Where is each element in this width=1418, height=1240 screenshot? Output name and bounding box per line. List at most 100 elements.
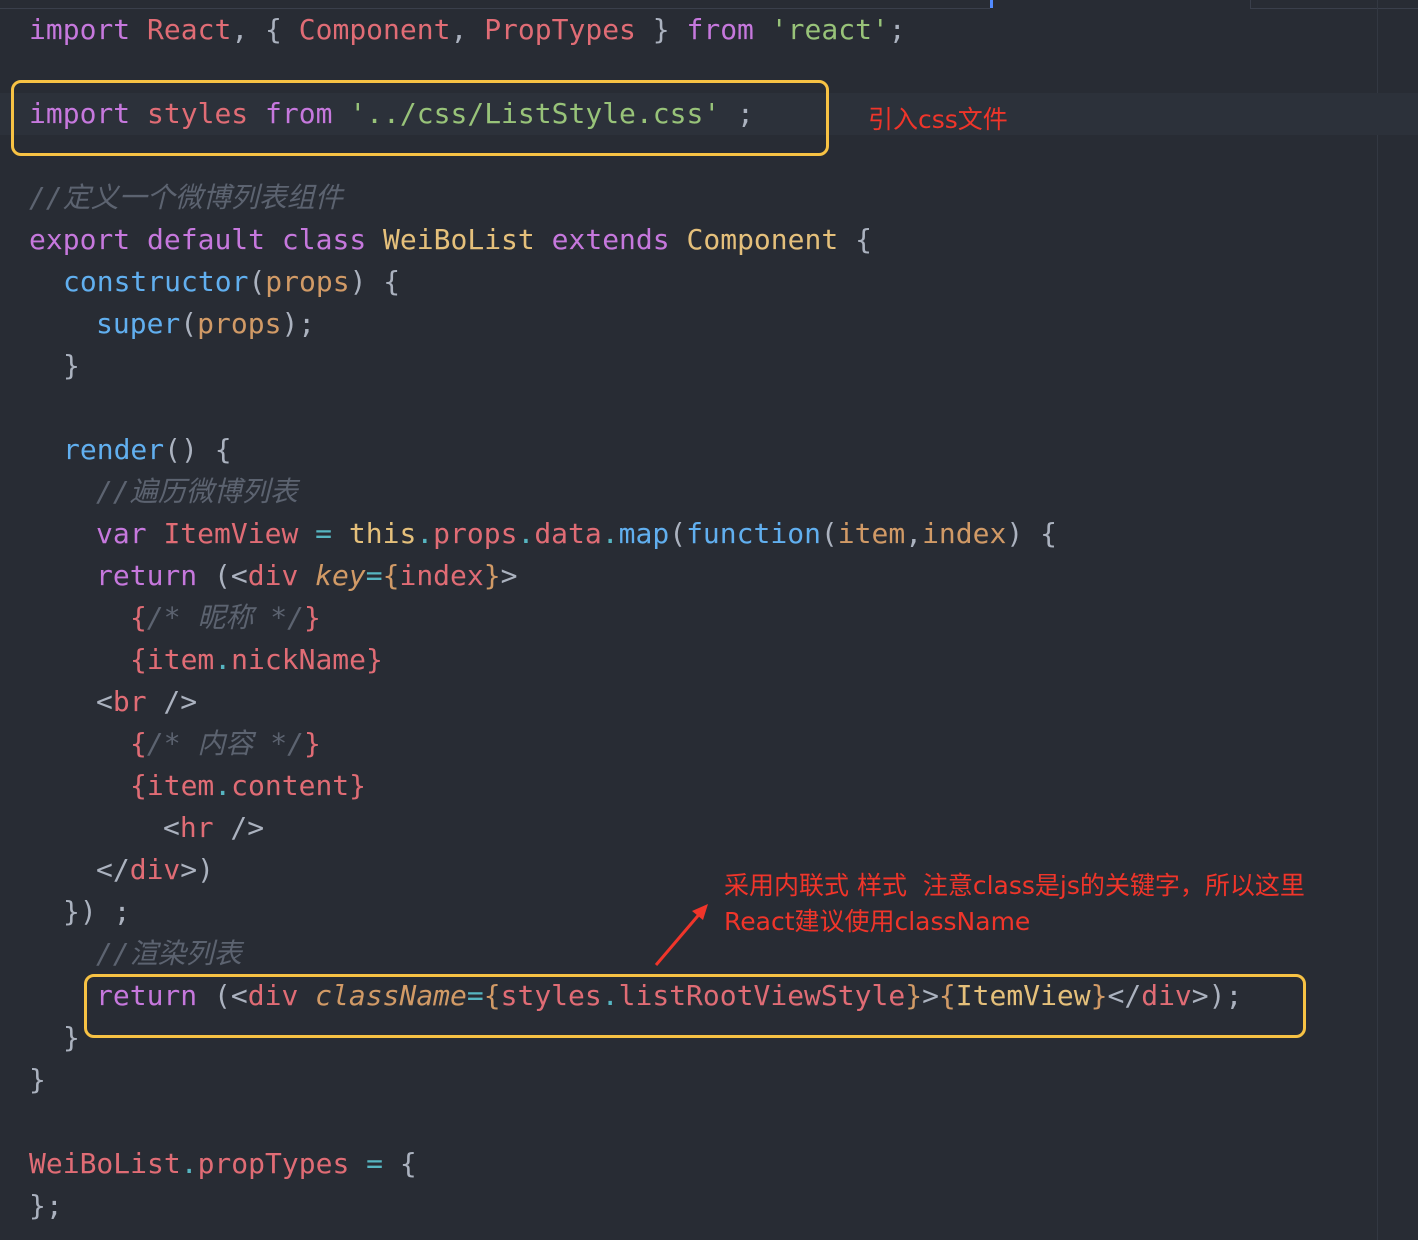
code-line-16[interactable]: {item.content}	[130, 765, 366, 807]
token: content	[231, 769, 350, 802]
token: }	[366, 643, 383, 676]
token: }	[304, 601, 321, 634]
token: index	[399, 559, 484, 592]
code-line-15[interactable]: {/* 内容 */}	[130, 723, 321, 765]
token: (	[180, 307, 198, 340]
token: div	[129, 853, 181, 886]
code-line-22[interactable]: }	[63, 1017, 80, 1059]
annotation-inline-style-line2: React建议使用className	[724, 907, 1031, 936]
token: default	[147, 223, 266, 256]
token: }	[635, 13, 687, 46]
token: hr	[179, 811, 214, 844]
token: }	[63, 349, 80, 382]
classname-highlight-box	[84, 974, 1306, 1038]
code-line-20[interactable]: //渲染列表	[96, 933, 242, 975]
token: index	[922, 517, 1007, 550]
code-line-25[interactable]: };	[29, 1185, 63, 1227]
code-line-23[interactable]: }	[29, 1059, 46, 1101]
code-line-4[interactable]: export default class WeiBoList extends C…	[29, 219, 872, 261]
token: .	[601, 517, 619, 550]
token: , {	[231, 13, 299, 46]
token: Component	[298, 13, 451, 46]
token: item	[146, 769, 215, 802]
code-line-6[interactable]: super(props);	[96, 303, 315, 345]
comment: /* 昵称 */	[146, 601, 305, 634]
code-line-8[interactable]: render() {	[63, 429, 232, 471]
token: }	[29, 1063, 46, 1096]
code-line-19[interactable]: }) ;	[63, 891, 130, 933]
code-line-14[interactable]: <br />	[96, 681, 197, 723]
token: item	[146, 643, 215, 676]
token: import	[29, 13, 131, 46]
comment: /* 内容 */	[146, 727, 305, 760]
token: }	[304, 727, 321, 760]
token: React	[147, 13, 232, 46]
code-line-12[interactable]: {/* 昵称 */}	[130, 597, 321, 639]
token: constructor	[63, 265, 249, 298]
token: }) ;	[63, 895, 131, 928]
token: (<	[197, 559, 248, 592]
token: (	[669, 517, 687, 550]
tab-divider-right	[1250, 0, 1418, 9]
token: item	[837, 517, 906, 550]
token: key	[315, 559, 366, 592]
code-line-1[interactable]: import React, { Component, PropTypes } f…	[29, 9, 906, 51]
token: .	[214, 769, 232, 802]
token: props	[197, 307, 282, 340]
token: return	[96, 559, 198, 592]
token: ;	[888, 13, 906, 46]
token: from	[686, 13, 754, 46]
token: );	[281, 307, 316, 340]
token: this	[348, 517, 417, 550]
comment: //遍历微博列表	[96, 475, 298, 508]
token: =	[298, 517, 349, 550]
token: {	[382, 559, 400, 592]
token: ,	[905, 517, 923, 550]
token: </	[96, 853, 130, 886]
token: {	[838, 223, 872, 256]
code-line-13[interactable]: {item.nickName}	[130, 639, 383, 681]
code-line-3[interactable]: //定义一个微博列表组件	[29, 177, 343, 219]
token: >	[500, 559, 518, 592]
token: props	[265, 265, 350, 298]
token: ,	[450, 13, 485, 46]
token: WeiBoList	[29, 1147, 181, 1180]
annotation-import-css: 引入css文件	[868, 105, 1008, 134]
code-line-7[interactable]: }	[63, 345, 80, 387]
code-line-9[interactable]: //遍历微博列表	[96, 471, 298, 513]
token: br	[112, 685, 147, 718]
token: .	[180, 1147, 198, 1180]
token: data	[534, 517, 602, 550]
code-line-24[interactable]: WeiBoList.propTypes = {	[29, 1143, 417, 1185]
tab-divider	[0, 0, 990, 9]
token: propTypes	[197, 1147, 350, 1180]
token: (	[820, 517, 838, 550]
token: =	[349, 1147, 400, 1180]
tab-bar-edge	[0, 0, 1418, 9]
code-editor[interactable]: import React, { Component, PropTypes } f…	[0, 0, 1418, 1240]
token: function	[686, 517, 821, 550]
token: />	[146, 685, 198, 718]
code-line-10[interactable]: var ItemView = this.props.data.map(funct…	[96, 513, 1057, 555]
token: {	[130, 727, 147, 760]
token: .	[416, 517, 434, 550]
token: var	[96, 517, 147, 550]
token: <	[96, 685, 113, 718]
code-line-17[interactable]: <hr />	[163, 807, 264, 849]
import-css-highlight-box	[11, 80, 829, 156]
token: (	[248, 265, 266, 298]
code-line-11[interactable]: return (<div key={index}>	[96, 555, 517, 597]
code-line-18[interactable]: </div>)	[96, 849, 214, 891]
token: ItemView	[163, 517, 299, 550]
code-line-5[interactable]: constructor(props) {	[63, 261, 400, 303]
token: () {	[164, 433, 232, 466]
token: =	[365, 559, 383, 592]
token: PropTypes	[484, 13, 636, 46]
token: <	[163, 811, 180, 844]
token: }	[483, 559, 501, 592]
token: extends	[551, 223, 670, 256]
